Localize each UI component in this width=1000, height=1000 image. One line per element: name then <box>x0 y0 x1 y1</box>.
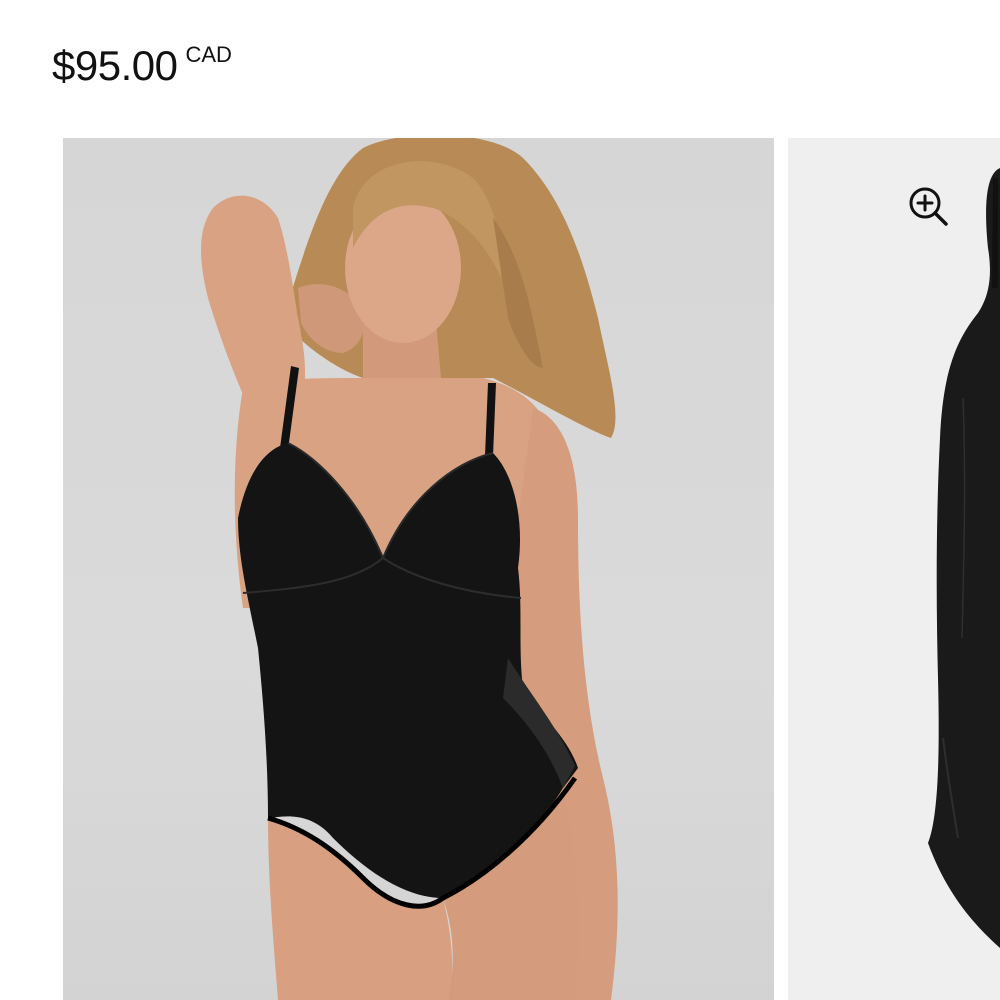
zoom-button[interactable] <box>904 182 952 230</box>
product-image-model[interactable] <box>63 138 774 1000</box>
price-currency: CAD <box>185 42 232 67</box>
product-image-flat[interactable] <box>788 138 1000 1000</box>
product-page: $95.00 CAD <box>0 0 1000 1000</box>
model-photo-illustration <box>201 138 618 1000</box>
price-block: $95.00 CAD <box>52 40 232 92</box>
flat-photo-illustration <box>928 168 1000 948</box>
product-price: $95.00 <box>52 42 178 89</box>
zoom-in-icon <box>909 187 948 226</box>
product-gallery <box>0 138 1000 1000</box>
